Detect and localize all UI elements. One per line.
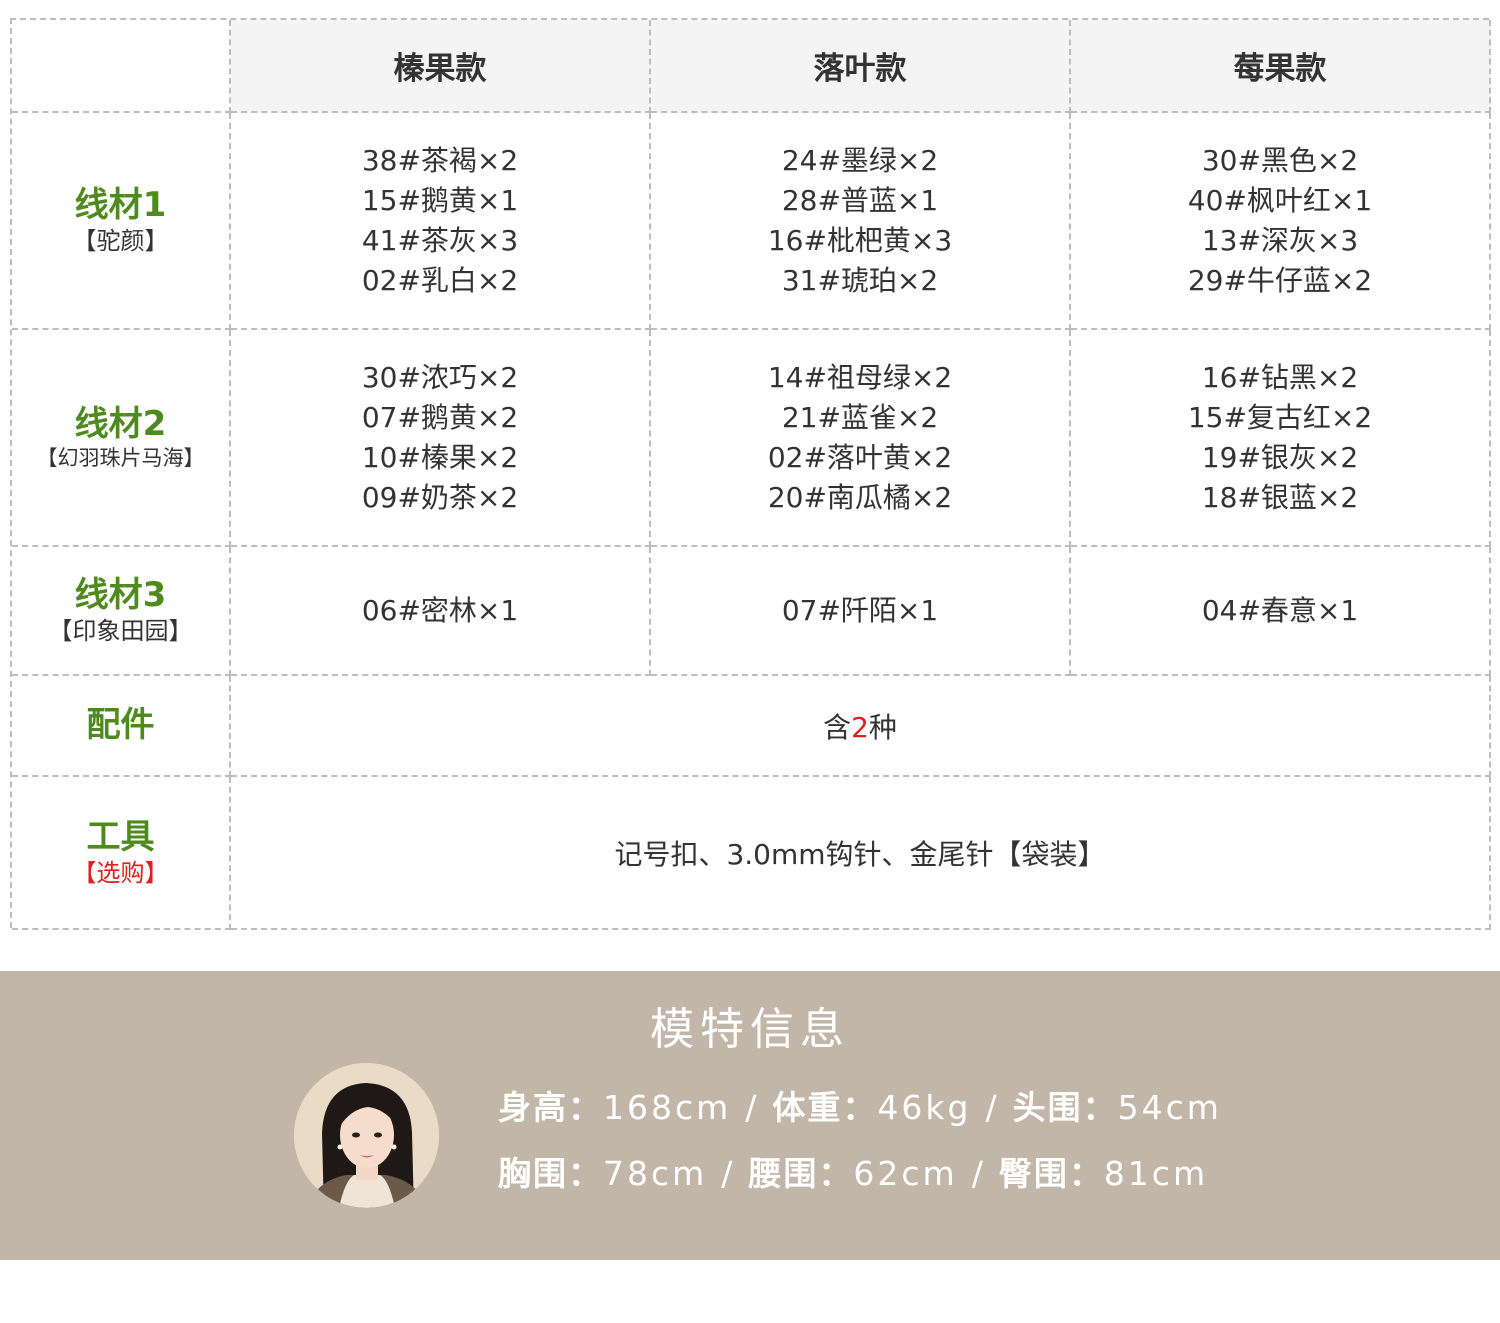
- hip-label: 臀围：: [998, 1154, 1104, 1193]
- yarn-item: 18#银蓝×2: [1201, 480, 1359, 514]
- weight-label: 体重：: [772, 1088, 878, 1127]
- head-value: 54cm: [1117, 1088, 1222, 1127]
- yarn-item: 04#春意×1: [1201, 593, 1359, 627]
- separator: /: [985, 1088, 999, 1127]
- weight-value: 46kg: [877, 1088, 972, 1127]
- yarn-item: 40#枫叶红×1: [1187, 183, 1373, 217]
- yarn-item: 07#鹅黄×2: [361, 400, 519, 434]
- height-label: 身高：: [498, 1088, 603, 1127]
- yarn-item: 16#钻黑×2: [1201, 360, 1359, 394]
- accessories-count: 2: [851, 710, 869, 744]
- row-header-yarn-1: 线材1 【驼颜】: [12, 113, 231, 330]
- row-header-yarn-3: 线材3 【印象田园】: [12, 547, 231, 676]
- head-label: 头围：: [1012, 1088, 1118, 1127]
- chest-value: 78cm: [603, 1154, 708, 1193]
- model-stats-row-2: 胸围：78cm / 腰围：62cm / 臀围：81cm: [498, 1147, 1208, 1195]
- yarn-item: 10#榛果×2: [361, 440, 519, 474]
- yarn-item: 31#琥珀×2: [781, 263, 939, 297]
- yarn-list: 38#茶褐×2 15#鹅黄×1 41#茶灰×3 02#乳白×2: [362, 141, 518, 301]
- table-cell: 30#黑色×2 40#枫叶红×1 13#深灰×3 29#牛仔蓝×2: [1071, 113, 1491, 330]
- table-cell: 07#阡陌×1: [651, 547, 1071, 676]
- table-cell: 24#墨绿×2 28#普蓝×1 16#枇杷黄×3 31#琥珀×2: [651, 113, 1071, 330]
- separator: /: [745, 1088, 759, 1127]
- model-info-title: 模特信息: [650, 1004, 850, 1055]
- row-sublabel: 【选购】: [72, 859, 169, 888]
- separator: /: [721, 1154, 735, 1193]
- yarn-item: 02#乳白×2: [361, 263, 519, 297]
- accessories-suffix: 种: [868, 710, 897, 744]
- chest-label: 胸围：: [498, 1154, 603, 1193]
- yarn-item: 21#蓝雀×2: [781, 400, 939, 434]
- row-label: 线材3: [74, 574, 167, 615]
- yarn-item: 41#茶灰×3: [361, 223, 519, 257]
- yarn-item: 20#南瓜橘×2: [767, 480, 953, 514]
- model-avatar: [294, 1063, 439, 1208]
- yarn-item: 13#深灰×3: [1201, 223, 1359, 257]
- waist-label: 腰围：: [748, 1154, 854, 1193]
- yarn-item: 30#黑色×2: [1201, 143, 1359, 177]
- model-portrait-image: [294, 1063, 439, 1208]
- yarn-item: 29#牛仔蓝×2: [1187, 263, 1373, 297]
- row-sublabel: 【幻羽珠片马海】: [36, 446, 205, 471]
- yarn-list: 24#墨绿×2 28#普蓝×1 16#枇杷黄×3 31#琥珀×2: [768, 141, 952, 301]
- model-stats-row-1: 身高：168cm / 体重：46kg / 头围：54cm: [498, 1081, 1222, 1129]
- yarn-list: 30#黑色×2 40#枫叶红×1 13#深灰×3 29#牛仔蓝×2: [1188, 141, 1372, 301]
- yarn-item: 06#密林×1: [361, 593, 519, 627]
- row-sublabel: 【驼颜】: [72, 227, 169, 256]
- row-header-yarn-2: 线材2 【幻羽珠片马海】: [12, 330, 231, 547]
- yarn-item: 02#落叶黄×2: [767, 440, 953, 474]
- row-label: 线材2: [74, 403, 167, 444]
- yarn-item: 15#复古红×2: [1187, 400, 1373, 434]
- row-header-accessories: 配件: [12, 676, 231, 777]
- table-cell: 38#茶褐×2 15#鹅黄×1 41#茶灰×3 02#乳白×2: [231, 113, 651, 330]
- table-cell: 14#祖母绿×2 21#蓝雀×2 02#落叶黄×2 20#南瓜橘×2: [651, 330, 1071, 547]
- materials-table: 榛果款 落叶款 莓果款 线材1 【驼颜】 38#茶褐×2 15#鹅黄×1 41#…: [10, 18, 1491, 930]
- yarn-item: 38#茶褐×2: [361, 143, 519, 177]
- column-header-fallen-leaf: 落叶款: [651, 20, 1071, 113]
- yarn-item: 28#普蓝×1: [781, 183, 939, 217]
- waist-value: 62cm: [853, 1154, 958, 1193]
- table-cell: 16#钻黑×2 15#复古红×2 19#银灰×2 18#银蓝×2: [1071, 330, 1491, 547]
- yarn-item: 30#浓巧×2: [361, 360, 519, 394]
- table-cell: 04#春意×1: [1071, 547, 1491, 676]
- table-cell: 06#密林×1: [231, 547, 651, 676]
- yarn-list: 16#钻黑×2 15#复古红×2 19#银灰×2 18#银蓝×2: [1188, 358, 1372, 518]
- yarn-item: 07#阡陌×1: [781, 593, 939, 627]
- yarn-list: 07#阡陌×1: [782, 591, 938, 631]
- yarn-item: 16#枇杷黄×3: [767, 223, 953, 257]
- yarn-item: 15#鹅黄×1: [361, 183, 519, 217]
- yarn-item: 14#祖母绿×2: [767, 360, 953, 394]
- height-value: 168cm: [603, 1088, 732, 1127]
- yarn-item: 19#银灰×2: [1201, 440, 1359, 474]
- yarn-item: 24#墨绿×2: [781, 143, 939, 177]
- row-label: 工具: [86, 816, 155, 857]
- row-label: 线材1: [74, 184, 167, 225]
- accessories-value: 含2种: [231, 676, 1491, 777]
- accessories-prefix: 含: [823, 710, 852, 744]
- row-header-tools: 工具 【选购】: [12, 777, 231, 930]
- column-header-hazelnut: 榛果款: [231, 20, 651, 113]
- table-corner: [12, 20, 231, 113]
- yarn-list: 06#密林×1: [362, 591, 518, 631]
- hip-value: 81cm: [1103, 1154, 1209, 1193]
- row-sublabel: 【印象田园】: [48, 617, 193, 646]
- yarn-item: 09#奶茶×2: [361, 480, 519, 514]
- yarn-list: 30#浓巧×2 07#鹅黄×2 10#榛果×2 09#奶茶×2: [362, 358, 518, 518]
- accessories-text: 含2种: [823, 706, 897, 746]
- table-cell: 30#浓巧×2 07#鹅黄×2 10#榛果×2 09#奶茶×2: [231, 330, 651, 547]
- yarn-list: 14#祖母绿×2 21#蓝雀×2 02#落叶黄×2 20#南瓜橘×2: [768, 358, 952, 518]
- separator: /: [971, 1154, 985, 1193]
- row-label: 配件: [86, 705, 155, 746]
- tools-value: 记号扣、3.0mm钩针、金尾针【袋装】: [231, 777, 1491, 930]
- model-info-banner: 模特信息 身高：168cm / 体重：46kg / 头围：54cm 胸围：78c…: [0, 971, 1500, 1260]
- column-header-berry: 莓果款: [1071, 20, 1491, 113]
- yarn-list: 04#春意×1: [1202, 591, 1358, 631]
